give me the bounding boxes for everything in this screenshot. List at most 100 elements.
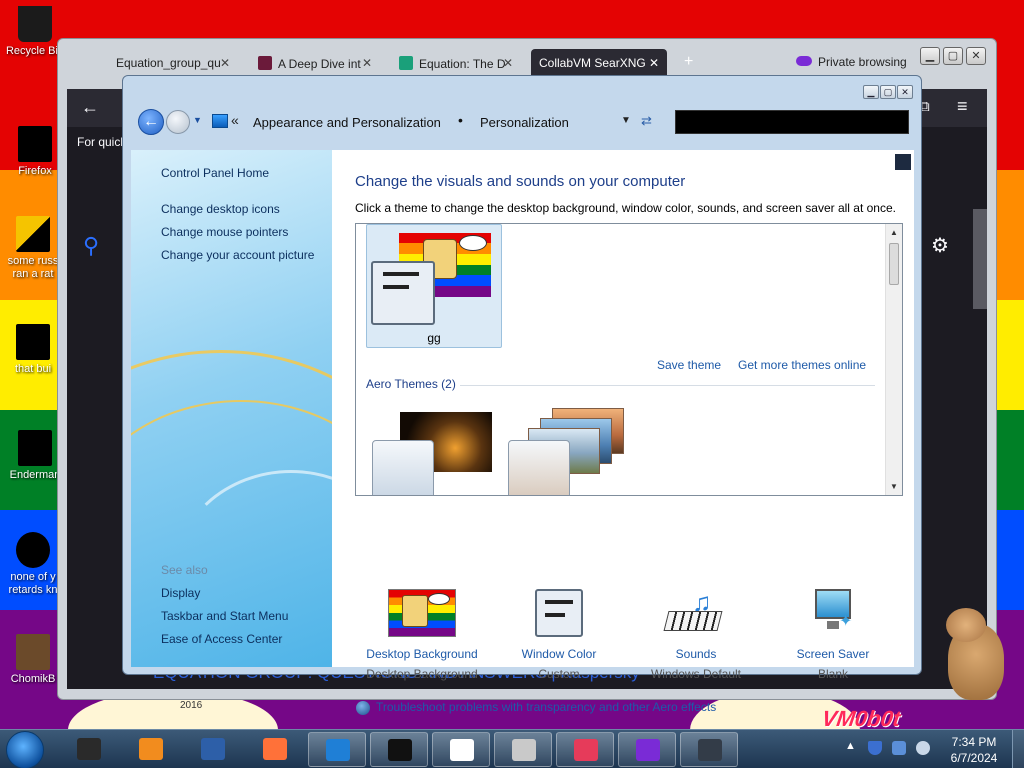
window-color-item[interactable]: Window Color Custom bbox=[494, 589, 624, 681]
show-hidden-icons-icon[interactable]: ▲ bbox=[845, 740, 856, 752]
taskbar-app-media-player[interactable] bbox=[122, 732, 180, 767]
divider bbox=[460, 385, 875, 386]
save-theme-link[interactable]: Save theme bbox=[657, 358, 721, 372]
address-dropdown-icon[interactable]: ▼ bbox=[621, 115, 631, 126]
troubleshoot-icon bbox=[356, 701, 370, 715]
theme-window-preview bbox=[372, 440, 434, 495]
item-title[interactable]: Window Color bbox=[494, 647, 624, 661]
breadcrumb-personalization[interactable]: Personalization bbox=[480, 115, 569, 130]
show-desktop-button[interactable] bbox=[1012, 730, 1024, 768]
recent-pages-icon[interactable]: ▼ bbox=[193, 115, 202, 125]
tab-label: A Deep Dive int bbox=[278, 57, 361, 71]
volume-icon[interactable] bbox=[916, 741, 930, 755]
close-tab-icon[interactable]: ✕ bbox=[649, 56, 659, 70]
minimize-button[interactable]: ▁ bbox=[863, 85, 879, 99]
item-title[interactable]: Sounds bbox=[631, 647, 761, 661]
clipboard-icon bbox=[512, 739, 536, 761]
back-button[interactable]: ← bbox=[138, 109, 164, 135]
search-input[interactable] bbox=[675, 110, 909, 134]
taskbar-app-7zip[interactable] bbox=[432, 732, 490, 767]
tab-label: Equation: The D bbox=[419, 57, 506, 71]
firefox-icon bbox=[18, 126, 52, 162]
theme-window-preview bbox=[508, 440, 570, 495]
taskbar-app-globe[interactable] bbox=[184, 732, 242, 767]
hamster-image bbox=[938, 604, 1006, 704]
search-icon[interactable]: ⚲ bbox=[83, 233, 99, 259]
item-subtitle: Blank bbox=[817, 667, 849, 681]
link-change-desktop-icons[interactable]: Change desktop icons bbox=[161, 202, 280, 216]
scrollbar-thumb[interactable] bbox=[889, 243, 899, 285]
gear-icon[interactable]: ⚙ bbox=[931, 233, 949, 258]
enderman-icon bbox=[18, 430, 52, 466]
control-panel-icon bbox=[326, 739, 350, 761]
screen-saver-item[interactable]: ✦ Screen Saver Blank bbox=[768, 589, 898, 681]
screen-saver-icon: ✦ bbox=[799, 589, 867, 639]
breadcrumb-separator-icon[interactable]: • bbox=[458, 112, 463, 128]
close-tab-icon[interactable]: ✕ bbox=[362, 56, 372, 70]
start-button[interactable] bbox=[6, 731, 44, 768]
theme-list: gg Save theme Get more themes online Aer… bbox=[355, 223, 903, 496]
troubleshoot-link[interactable]: Troubleshoot problems with transparency … bbox=[376, 700, 716, 714]
taskbar-app-clipboard[interactable] bbox=[494, 732, 552, 767]
scroll-down-icon[interactable]: ▼ bbox=[890, 482, 898, 491]
scroll-up-icon[interactable]: ▲ bbox=[890, 228, 898, 237]
theme-name: gg bbox=[427, 331, 441, 345]
network-icon[interactable] bbox=[892, 741, 906, 755]
taskbar-app-terminal[interactable] bbox=[60, 732, 118, 767]
link-control-panel-home[interactable]: Control Panel Home bbox=[161, 166, 269, 180]
breadcrumb-chevron-icon[interactable]: « bbox=[231, 112, 239, 128]
item-title[interactable]: Screen Saver bbox=[768, 647, 898, 661]
forward-button[interactable] bbox=[166, 110, 190, 134]
taskbar-app-control-panel[interactable] bbox=[308, 732, 366, 767]
close-button[interactable]: ✕ bbox=[897, 85, 913, 99]
clock-time: 7:34 PM bbox=[951, 735, 997, 749]
page-title: Change the visuals and sounds on your co… bbox=[355, 173, 686, 190]
back-arrow-icon[interactable]: ← bbox=[81, 97, 99, 118]
item-subtitle: Desktop Background bbox=[366, 667, 478, 681]
sounds-item[interactable]: ♫ Sounds Windows Default bbox=[631, 587, 761, 681]
file-icon bbox=[16, 532, 50, 568]
link-display[interactable]: Display bbox=[161, 586, 200, 600]
taskbar-app-dark-window[interactable] bbox=[370, 732, 428, 767]
theme-gg[interactable]: gg bbox=[366, 224, 502, 348]
kaspersky-favicon-icon bbox=[258, 56, 272, 70]
see-also-heading: See also bbox=[161, 563, 208, 577]
close-tab-icon[interactable]: ✕ bbox=[220, 56, 230, 70]
theme-list-scrollbar[interactable]: ▲ ▼ bbox=[885, 224, 902, 495]
maximize-button[interactable]: ▢ bbox=[943, 47, 963, 65]
close-button[interactable]: ✕ bbox=[966, 47, 986, 65]
personalization-window[interactable]: ▁ ▢ ✕ ← ▼ « Appearance and Personalizati… bbox=[122, 75, 922, 715]
taskbar: ▲ 7:34 PM 6/7/2024 bbox=[0, 729, 1024, 768]
quick-text: For quick bbox=[77, 135, 127, 149]
link-taskbar-start-menu[interactable]: Taskbar and Start Menu bbox=[161, 609, 288, 623]
breadcrumb-appearance[interactable]: Appearance and Personalization bbox=[253, 115, 441, 130]
task-pane: Control Panel Home Change desktop icons … bbox=[131, 150, 332, 667]
desktop-background-icon bbox=[388, 589, 456, 639]
desktop-background-item[interactable]: Desktop Background Desktop Background bbox=[357, 589, 487, 681]
clock-date: 6/7/2024 bbox=[950, 751, 998, 765]
hamburger-menu-icon[interactable]: ≡ bbox=[957, 96, 968, 117]
link-change-account-picture[interactable]: Change your account picture bbox=[161, 248, 314, 262]
shield-icon[interactable] bbox=[868, 741, 882, 755]
private-firefox-icon bbox=[636, 739, 660, 761]
paint-icon bbox=[574, 739, 598, 761]
item-title[interactable]: Desktop Background bbox=[357, 647, 487, 661]
get-more-themes-link[interactable]: Get more themes online bbox=[738, 358, 866, 372]
taskbar-app-monitor[interactable] bbox=[680, 732, 738, 767]
minimize-button[interactable]: ▁ bbox=[920, 47, 940, 65]
maximize-button[interactable]: ▢ bbox=[880, 85, 896, 99]
link-change-mouse-pointers[interactable]: Change mouse pointers bbox=[161, 225, 288, 239]
clock[interactable]: 7:34 PM 6/7/2024 bbox=[946, 734, 1002, 766]
taskbar-app-private-firefox[interactable] bbox=[618, 732, 676, 767]
refresh-icon[interactable]: ⇄ bbox=[641, 113, 652, 129]
help-icon[interactable] bbox=[895, 154, 911, 170]
close-tab-icon[interactable]: ✕ bbox=[503, 56, 513, 70]
page-subtitle: Click a theme to change the desktop back… bbox=[355, 201, 896, 215]
link-ease-of-access[interactable]: Ease of Access Center bbox=[161, 632, 282, 646]
scrollbar[interactable] bbox=[973, 209, 987, 309]
address-bar: ← ▼ « Appearance and Personalization • P… bbox=[135, 106, 911, 138]
taskbar-app-firefox[interactable] bbox=[246, 732, 304, 767]
sounds-icon: ♫ bbox=[662, 587, 730, 639]
dark-window-icon bbox=[388, 739, 412, 761]
taskbar-app-paint[interactable] bbox=[556, 732, 614, 767]
